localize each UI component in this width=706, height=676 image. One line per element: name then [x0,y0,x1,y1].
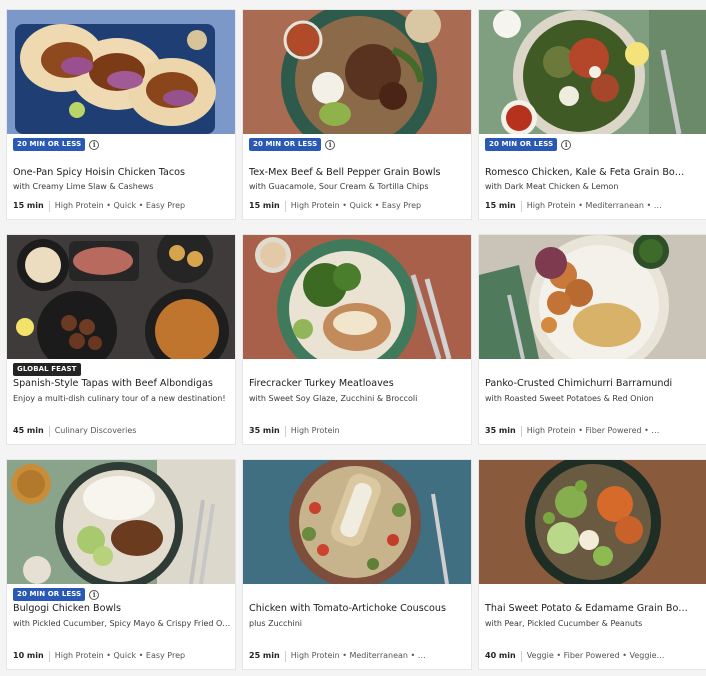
recipe-subtitle: with Creamy Lime Slaw & Cashews [13,182,154,191]
recipe-card[interactable]: Firecracker Turkey Meatloaves with Sweet… [243,235,471,444]
recipe-tags: High Protein • Quick • Easy Prep [54,201,186,210]
recipe-image[interactable] [479,10,706,134]
recipe-image[interactable] [479,235,706,359]
recipe-title[interactable]: Panko-Crusted Chimichurri Barramundi [485,377,703,391]
quick-badge: 20 MIN OR LESS [485,138,558,151]
recipe-tags: High Protein • Quick • Easy Prep [54,651,186,660]
divider [284,200,286,212]
recipe-meta: 40 min Veggie • Fiber Powered • Veggie… [485,650,703,662]
recipe-tags: High Protein • Fiber Powered • … [526,426,660,435]
info-icon[interactable]: i [89,589,100,600]
recipe-meta: 35 min High Protein • Fiber Powered • … [485,425,703,437]
couscous-photo [243,460,471,584]
bulgogi-photo [7,460,235,584]
badge-row: 20 MIN OR LESS i [13,588,100,601]
cook-time: 10 min [13,651,44,660]
kale-bowl-photo [479,10,706,134]
recipe-subtitle: Enjoy a multi-dish culinary tour of a ne… [13,394,226,403]
recipe-image[interactable] [243,460,471,584]
recipe-meta: 35 min High Protein [249,425,467,437]
recipe-tags: High Protein • Mediterranean • … [526,201,662,210]
badge-row: GLOBAL FEAST [13,363,81,376]
recipe-subtitle: with Sweet Soy Glaze, Zucchini & Broccol… [249,394,418,403]
recipe-meta: 10 min High Protein • Quick • Easy Prep [13,650,231,662]
divider [520,200,522,212]
badge-row: 20 MIN OR LESS i [13,138,100,151]
quick-badge: 20 MIN OR LESS [13,138,86,151]
recipe-subtitle: plus Zucchini [249,619,303,628]
divider [48,650,50,662]
meatloaf-photo [243,235,471,359]
badge-row: 20 MIN OR LESS i [485,138,572,151]
recipe-image[interactable] [7,10,235,134]
recipe-title[interactable]: Firecracker Turkey Meatloaves [249,377,467,391]
recipe-subtitle: with Roasted Sweet Potatoes & Red Onion [485,394,654,403]
recipe-title[interactable]: Thai Sweet Potato & Edamame Grain Bo… [485,602,703,616]
recipe-subtitle: with Guacamole, Sour Cream & Tortilla Ch… [249,182,429,191]
quick-badge: 20 MIN OR LESS [249,138,322,151]
recipe-image[interactable] [243,235,471,359]
divider [48,425,50,437]
recipe-tags: High Protein • Mediterranean • … [290,651,426,660]
tacos-photo [7,10,235,134]
recipe-tags: High Protein • Quick • Easy Prep [290,201,422,210]
recipe-title[interactable]: Chicken with Tomato-Artichoke Couscous [249,602,467,616]
cook-time: 15 min [13,201,44,210]
recipe-meta: 25 min High Protein • Mediterranean • … [249,650,467,662]
feast-badge: GLOBAL FEAST [13,363,81,376]
recipe-grid: 20 MIN OR LESS i One-Pan Spicy Hoisin Ch… [7,10,706,670]
recipe-image[interactable] [7,460,235,584]
info-icon[interactable]: i [89,139,100,150]
recipe-subtitle: with Pear, Pickled Cucumber & Peanuts [485,619,643,628]
divider [48,200,50,212]
divider [284,650,286,662]
recipe-meta: 15 min High Protein • Mediterranean • … [485,200,703,212]
cook-time: 35 min [249,426,280,435]
recipe-title[interactable]: Spanish-Style Tapas with Beef Albondigas [13,377,231,391]
cook-time: 40 min [485,651,516,660]
recipe-image[interactable] [243,10,471,134]
recipe-image[interactable] [479,460,706,584]
recipe-meta: 45 min Culinary Discoveries [13,425,231,437]
recipe-tags: Veggie • Fiber Powered • Veggie… [526,651,665,660]
tapas-photo [7,235,235,359]
recipe-card[interactable]: 20 MIN OR LESS i Tex-Mex Beef & Bell Pep… [243,10,471,219]
recipe-card[interactable]: 20 MIN OR LESS i Bulgogi Chicken Bowls w… [7,460,235,669]
cook-time: 25 min [249,651,280,660]
divider [520,650,522,662]
recipe-card[interactable]: 20 MIN OR LESS i Romesco Chicken, Kale &… [479,10,706,219]
recipe-card[interactable]: Panko-Crusted Chimichurri Barramundi wit… [479,235,706,444]
recipe-card[interactable]: 20 MIN OR LESS i One-Pan Spicy Hoisin Ch… [7,10,235,219]
thai-bowl-photo [479,460,706,584]
recipe-image[interactable] [7,235,235,359]
cook-time: 35 min [485,426,516,435]
barramundi-photo [479,235,706,359]
cook-time: 45 min [13,426,44,435]
recipe-meta: 15 min High Protein • Quick • Easy Prep [13,200,231,212]
recipe-card[interactable]: Thai Sweet Potato & Edamame Grain Bo… wi… [479,460,706,669]
quick-badge: 20 MIN OR LESS [13,588,86,601]
recipe-card[interactable]: GLOBAL FEAST Spanish-Style Tapas with Be… [7,235,235,444]
info-icon[interactable]: i [325,139,336,150]
divider [284,425,286,437]
info-icon[interactable]: i [561,139,572,150]
recipe-card[interactable]: Chicken with Tomato-Artichoke Couscous p… [243,460,471,669]
recipe-subtitle: with Dark Meat Chicken & Lemon [485,182,619,191]
recipe-tags: High Protein [290,426,340,435]
recipe-title[interactable]: Tex-Mex Beef & Bell Pepper Grain Bowls [249,166,467,180]
recipe-tags: Culinary Discoveries [54,426,137,435]
recipe-subtitle: with Pickled Cucumber, Spicy Mayo & Cris… [13,619,231,628]
recipe-title[interactable]: One-Pan Spicy Hoisin Chicken Tacos [13,166,231,180]
divider [520,425,522,437]
badge-row: 20 MIN OR LESS i [249,138,336,151]
recipe-meta: 15 min High Protein • Quick • Easy Prep [249,200,467,212]
cook-time: 15 min [485,201,516,210]
recipe-title[interactable]: Bulgogi Chicken Bowls [13,602,231,616]
recipe-title[interactable]: Romesco Chicken, Kale & Feta Grain Bo… [485,166,703,180]
cook-time: 15 min [249,201,280,210]
grain-bowl-photo [243,10,471,134]
